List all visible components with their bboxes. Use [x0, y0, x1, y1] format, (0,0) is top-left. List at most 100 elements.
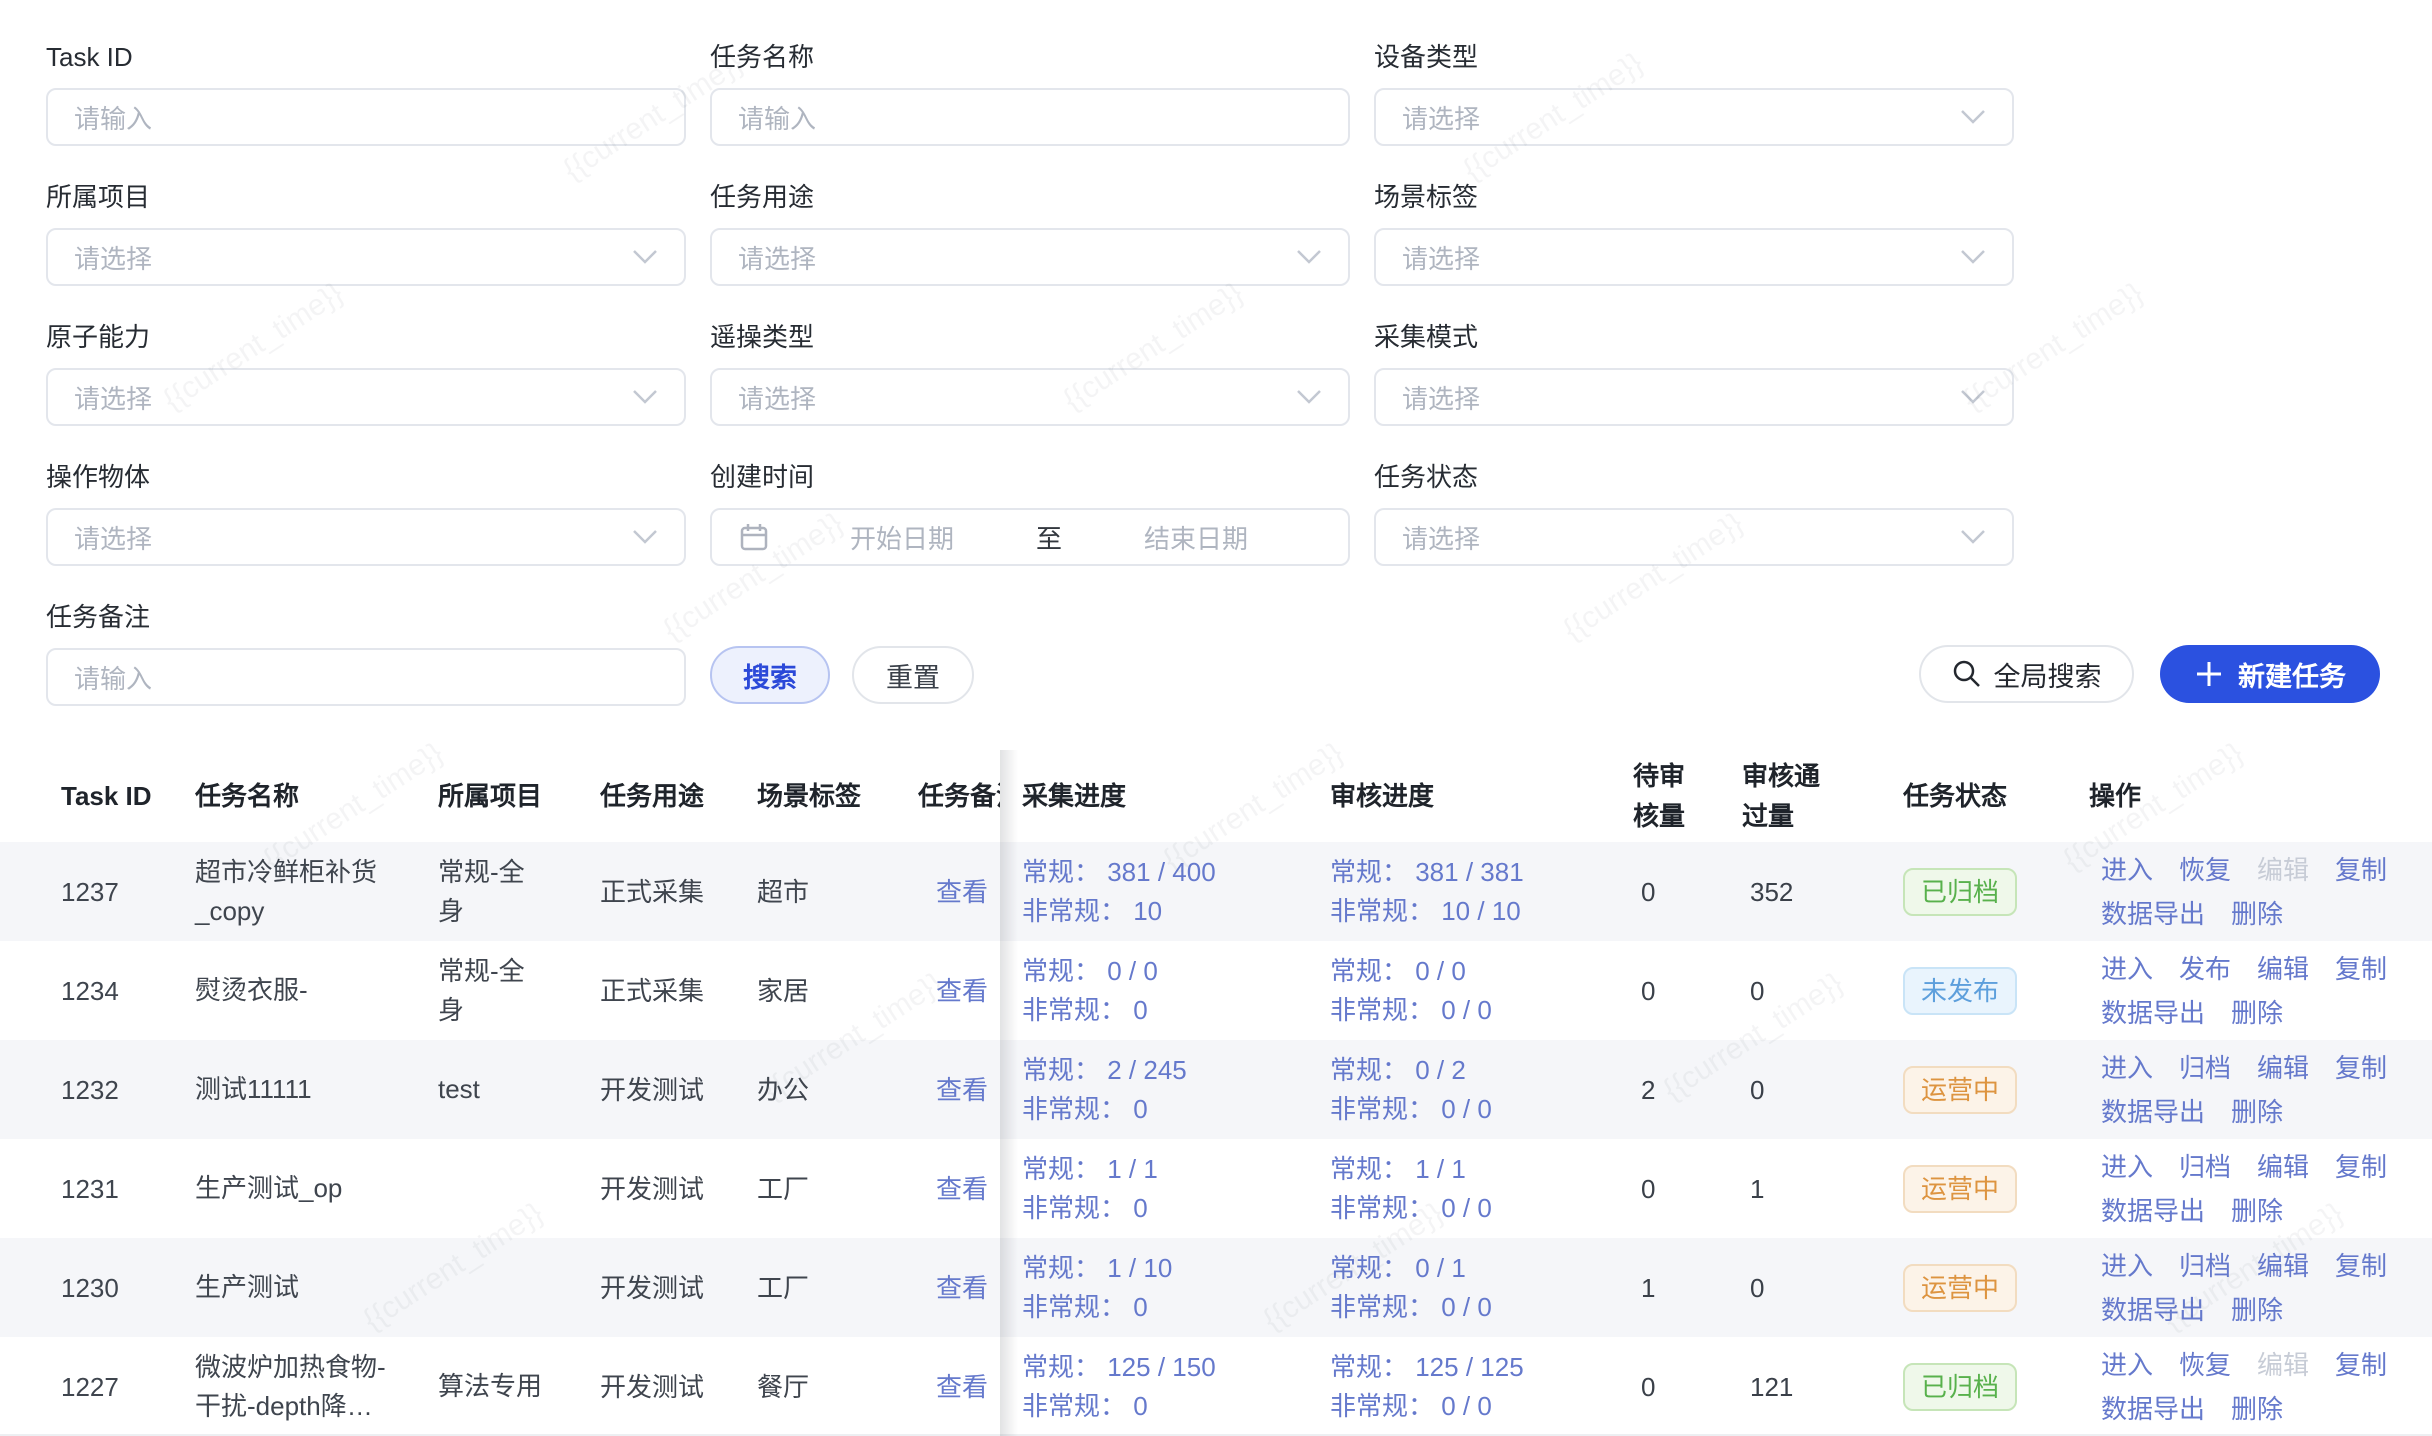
chevron-down-icon — [1296, 389, 1322, 405]
device-type-select[interactable]: 请选择 — [1374, 88, 2014, 146]
action-copy[interactable]: 复制 — [2335, 1246, 2387, 1286]
cell-task-id: 1234 — [61, 941, 186, 1040]
task-remark-placeholder: 请输入 — [74, 659, 658, 696]
table-row: 1237 超市冷鲜柜补货_copy 常规-全身 正式采集 超市 查看 常规： 3… — [0, 842, 2432, 941]
action-enter[interactable]: 进入 — [2101, 1246, 2153, 1286]
table-row: 1230 生产测试 开发测试 工厂 查看 常规： 1 / 10非常规： 0 常规… — [0, 1238, 2432, 1337]
new-task-label: 新建任务 — [2238, 655, 2346, 694]
action-copy[interactable]: 复制 — [2335, 1048, 2387, 1088]
filter-label-task-id: Task ID — [46, 40, 686, 74]
task-name-input[interactable]: 请输入 — [710, 88, 1350, 146]
action-delete[interactable]: 删除 — [2231, 1092, 2283, 1132]
view-remark-link[interactable]: 查看 — [936, 1268, 988, 1308]
chevron-down-icon — [1960, 109, 1986, 125]
action-edit[interactable]: 编辑 — [2257, 1246, 2309, 1286]
cell-purpose: 正式采集 — [600, 941, 745, 1040]
action-enter[interactable]: 进入 — [2101, 1048, 2153, 1088]
task-purpose-placeholder: 请选择 — [738, 239, 1296, 276]
filter-label-atomic-capability: 原子能力 — [46, 320, 686, 354]
task-id-input[interactable]: 请输入 — [46, 88, 686, 146]
operation-object-select[interactable]: 请选择 — [46, 508, 686, 566]
teleop-type-select[interactable]: 请选择 — [710, 368, 1350, 426]
cell-remark: 查看 — [918, 1139, 1000, 1238]
action-copy[interactable]: 复制 — [2335, 1147, 2387, 1187]
new-task-button[interactable]: 新建任务 — [2160, 645, 2380, 703]
view-remark-link[interactable]: 查看 — [936, 872, 988, 912]
end-date-placeholder: 结束日期 — [1070, 519, 1322, 556]
cell-collect-progress: 常规： 125 / 150非常规： 0 — [1022, 1337, 1312, 1436]
action-delete[interactable]: 删除 — [2231, 894, 2283, 934]
task-purpose-select[interactable]: 请选择 — [710, 228, 1350, 286]
search-button[interactable]: 搜索 — [710, 646, 830, 704]
filter-label-task-name: 任务名称 — [710, 40, 1350, 74]
create-time-range-picker[interactable]: 开始日期 至 结束日期 — [710, 508, 1350, 566]
chevron-down-icon — [632, 529, 658, 545]
action-edit[interactable]: 编辑 — [2257, 1147, 2309, 1187]
action-export[interactable]: 数据导出 — [2101, 1389, 2205, 1429]
action-delete[interactable]: 删除 — [2231, 1290, 2283, 1330]
action-export[interactable]: 数据导出 — [2101, 993, 2205, 1033]
cell-task-id: 1231 — [61, 1139, 186, 1238]
cell-remark: 查看 — [918, 1040, 1000, 1139]
action-copy[interactable]: 复制 — [2335, 949, 2387, 989]
view-remark-link[interactable]: 查看 — [936, 1070, 988, 1110]
action-delete[interactable]: 删除 — [2231, 1389, 2283, 1429]
cell-pending: 0 — [1633, 1139, 1723, 1238]
action-enter[interactable]: 进入 — [2101, 850, 2153, 890]
project-select[interactable]: 请选择 — [46, 228, 686, 286]
cell-pending: 0 — [1633, 1337, 1723, 1436]
filter-field-task-purpose: 任务用途 请选择 — [710, 180, 1350, 286]
scene-tag-placeholder: 请选择 — [1402, 239, 1960, 276]
action-export[interactable]: 数据导出 — [2101, 1290, 2205, 1330]
cell-scene: 工厂 — [757, 1238, 902, 1337]
atomic-capability-select[interactable]: 请选择 — [46, 368, 686, 426]
cell-scene: 超市 — [757, 842, 902, 941]
action-export[interactable]: 数据导出 — [2101, 894, 2205, 934]
chevron-down-icon — [632, 249, 658, 265]
task-remark-input[interactable]: 请输入 — [46, 648, 686, 706]
action-edit[interactable]: 编辑 — [2257, 1048, 2309, 1088]
action-enter[interactable]: 进入 — [2101, 1147, 2153, 1187]
header-purpose: 任务用途 — [600, 750, 745, 842]
action-copy[interactable]: 复制 — [2335, 850, 2387, 890]
search-button-label: 搜索 — [743, 656, 797, 695]
action-export[interactable]: 数据导出 — [2101, 1191, 2205, 1231]
action-delete[interactable]: 删除 — [2231, 1191, 2283, 1231]
action-enter[interactable]: 进入 — [2101, 1345, 2153, 1385]
action-copy[interactable]: 复制 — [2335, 1345, 2387, 1385]
cell-purpose: 开发测试 — [600, 1139, 745, 1238]
cell-status: 未发布 — [1903, 941, 2033, 1040]
project-placeholder: 请选择 — [74, 239, 632, 276]
action-enter[interactable]: 进入 — [2101, 949, 2153, 989]
view-remark-link[interactable]: 查看 — [936, 971, 988, 1011]
filter-label-create-time: 创建时间 — [710, 460, 1350, 494]
reset-button[interactable]: 重置 — [852, 646, 974, 704]
view-remark-link[interactable]: 查看 — [936, 1169, 988, 1209]
action-edit[interactable]: 编辑 — [2257, 949, 2309, 989]
scene-tag-select[interactable]: 请选择 — [1374, 228, 2014, 286]
task-status-select[interactable]: 请选择 — [1374, 508, 2014, 566]
cell-scene: 家居 — [757, 941, 902, 1040]
header-task-id: Task ID — [61, 750, 186, 842]
action-export[interactable]: 数据导出 — [2101, 1092, 2205, 1132]
action-publish[interactable]: 发布 — [2179, 949, 2231, 989]
fixed-column-shadow — [1000, 750, 1018, 1436]
action-restore[interactable]: 恢复 — [2179, 1345, 2231, 1385]
cell-project — [438, 1238, 550, 1337]
action-archive[interactable]: 归档 — [2179, 1048, 2231, 1088]
collection-mode-select[interactable]: 请选择 — [1374, 368, 2014, 426]
filter-label-device-type: 设备类型 — [1374, 40, 2014, 74]
plus-icon — [2194, 659, 2224, 689]
cell-actions: 进入 恢复 编辑 复制 数据导出 删除 — [2089, 1337, 2419, 1436]
action-delete[interactable]: 删除 — [2231, 993, 2283, 1033]
action-restore[interactable]: 恢复 — [2179, 850, 2231, 890]
cell-actions: 进入 恢复 编辑 复制 数据导出 删除 — [2089, 842, 2419, 941]
global-search-button[interactable]: 全局搜索 — [1919, 645, 2134, 703]
action-archive[interactable]: 归档 — [2179, 1147, 2231, 1187]
cell-scene: 办公 — [757, 1040, 902, 1139]
status-badge: 已归档 — [1903, 868, 2017, 916]
view-remark-link[interactable]: 查看 — [936, 1367, 988, 1407]
filter-field-scene-tag: 场景标签 请选择 — [1374, 180, 2014, 286]
cell-remark: 查看 — [918, 941, 1000, 1040]
action-archive[interactable]: 归档 — [2179, 1246, 2231, 1286]
